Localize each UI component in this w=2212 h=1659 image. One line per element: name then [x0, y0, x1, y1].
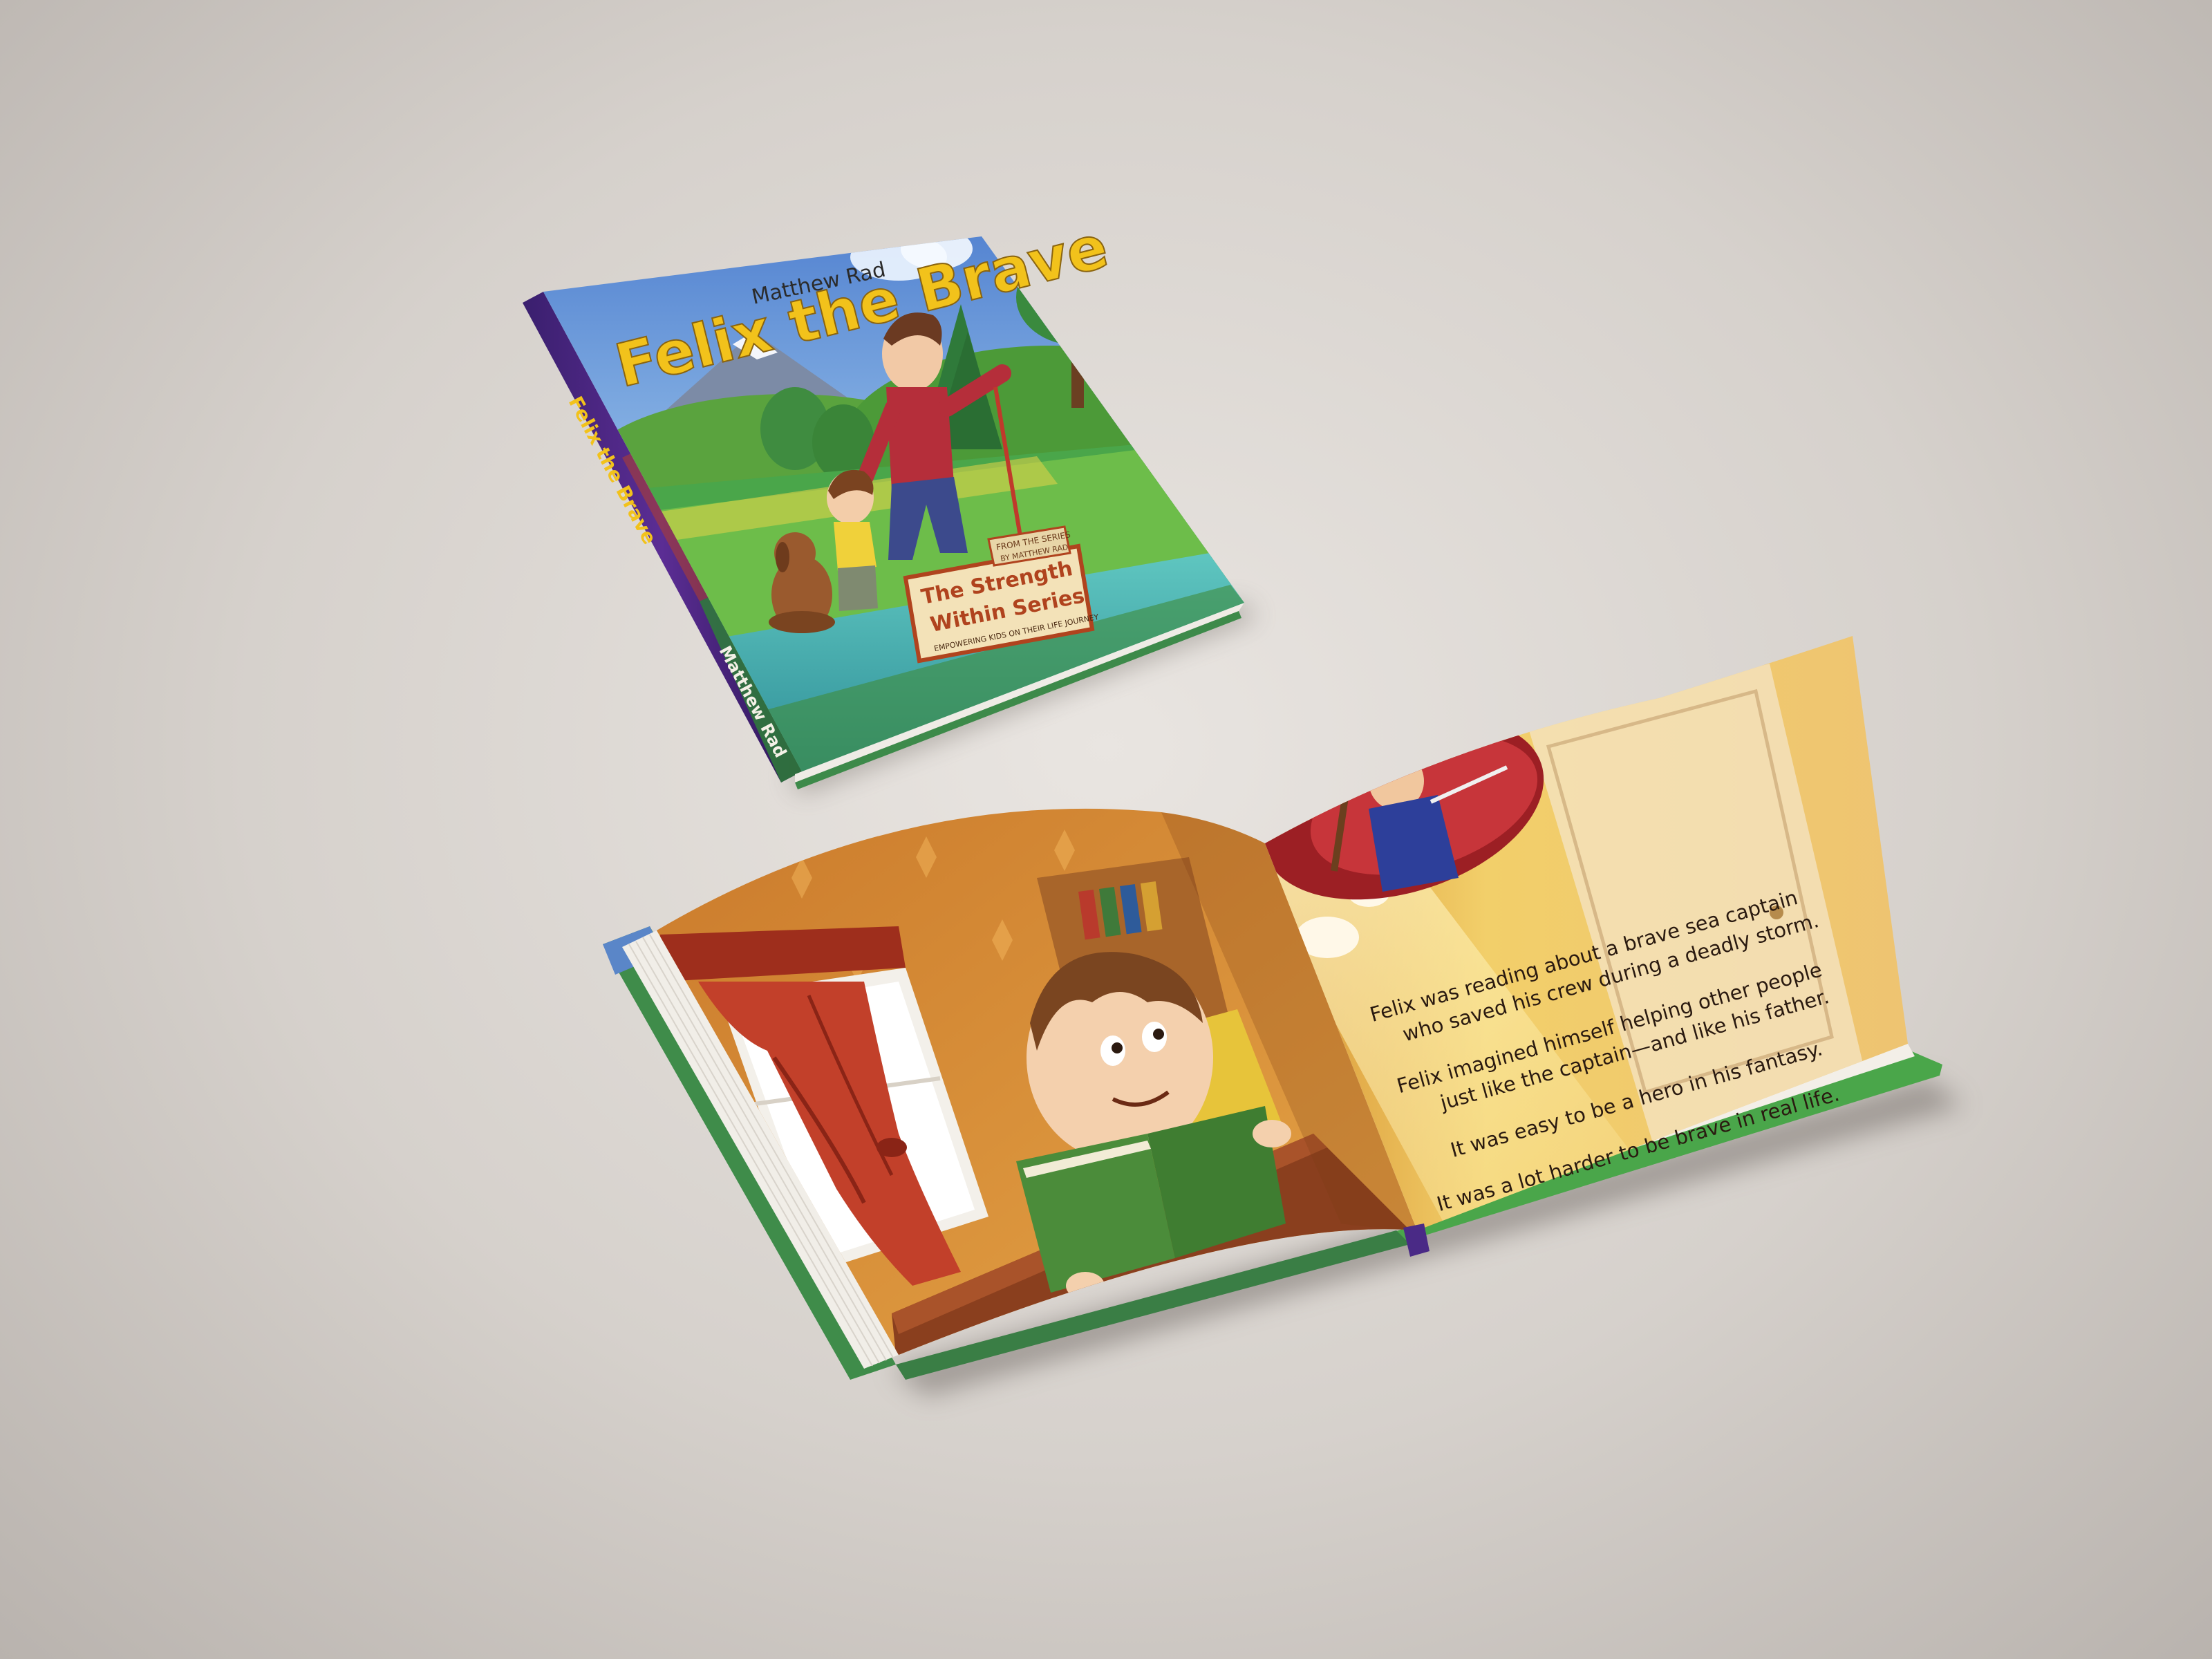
- scene: Matthew Rad Felix the Brave FROM THE SER…: [523, 212, 1963, 1396]
- closed-book: Matthew Rad Felix the Brave FROM THE SER…: [523, 212, 1258, 794]
